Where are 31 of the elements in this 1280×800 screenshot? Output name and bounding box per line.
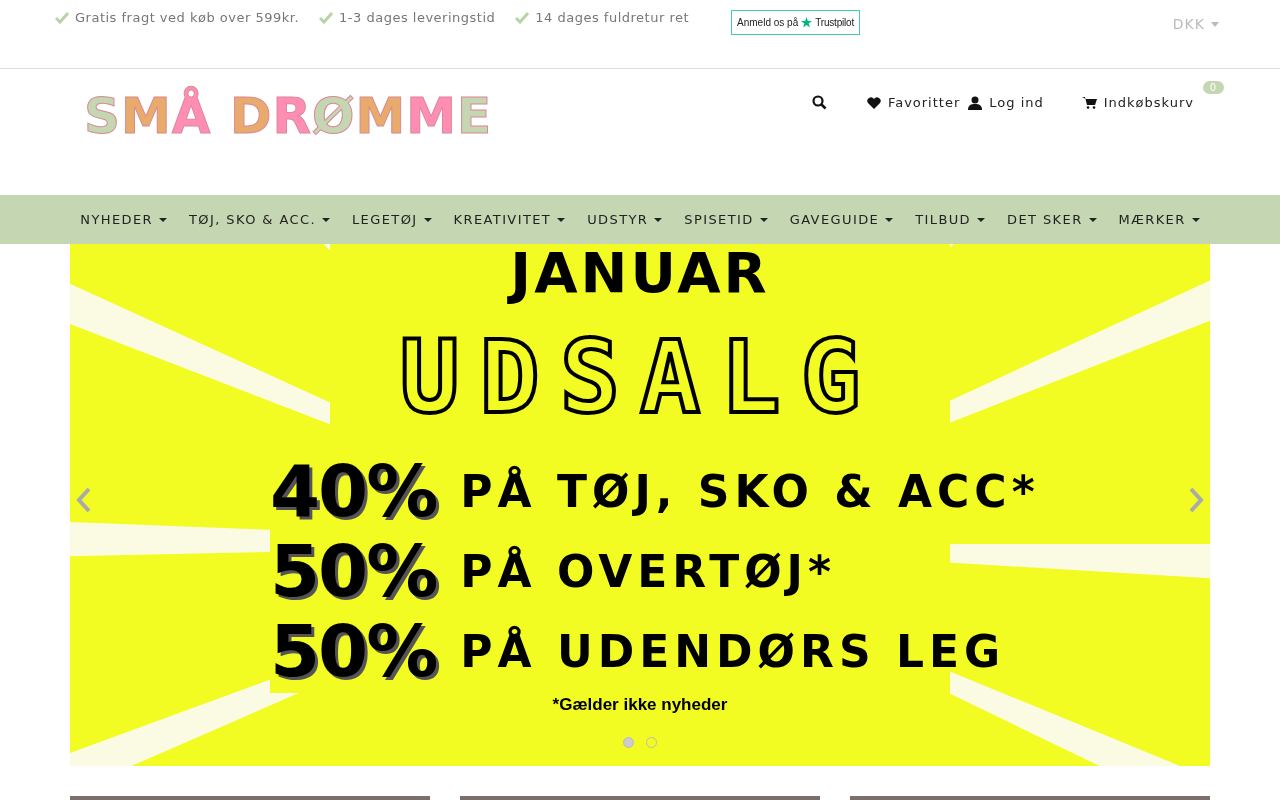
favorites-link[interactable]: Favoritter: [866, 95, 961, 110]
nav-menu-item[interactable]: DET SKER: [996, 212, 1108, 227]
cart-icon: [1081, 96, 1097, 109]
nav-menu-item[interactable]: TILBUD: [904, 212, 997, 227]
check-icon: [515, 11, 530, 24]
usp-text: 1-3 dages leveringstid: [339, 10, 496, 25]
nav-menu-item[interactable]: KREATIVITET: [442, 212, 577, 227]
check-icon: [319, 11, 334, 24]
nav-menu-item[interactable]: SPISETID: [673, 212, 779, 227]
slide-dot[interactable]: [623, 737, 634, 748]
nav-menu-item[interactable]: NYHEDER: [69, 212, 179, 227]
discount-text: PÅ OVERTØJ*: [460, 545, 836, 597]
nav-menu-item[interactable]: UDSTYR: [576, 212, 674, 227]
discount-text: PÅ TØJ, SKO & ACC*: [460, 465, 1040, 517]
nav-menu-item[interactable]: TØJ, SKO & ACC.: [178, 212, 341, 227]
trustpilot-button[interactable]: Anmeld os på Trustpilot: [731, 10, 860, 35]
discount-text: PÅ UDENDØRS LEG: [460, 625, 1006, 677]
check-icon: [55, 11, 69, 24]
login-link[interactable]: Log ind: [968, 95, 1044, 110]
heart-icon: [866, 96, 881, 109]
cart-count-badge: 0: [1202, 81, 1224, 94]
usp-text: Gratis fragt ved køb over 599kr.: [75, 10, 300, 25]
banner-subtitle: UDSALG: [399, 323, 881, 433]
nav-menu-item[interactable]: LEGETØJ: [340, 212, 443, 227]
search-icon[interactable]: [811, 95, 827, 110]
user-icon: [968, 95, 983, 110]
usp-text: 14 dages fuldretur ret: [535, 10, 690, 25]
nav-menu-item[interactable]: MÆRKER: [1107, 212, 1211, 227]
star-icon: [801, 17, 813, 28]
nav-menu-item[interactable]: GAVEGUIDE: [778, 212, 905, 227]
banner-note: *Gælder ikke nyheder: [552, 695, 728, 715]
